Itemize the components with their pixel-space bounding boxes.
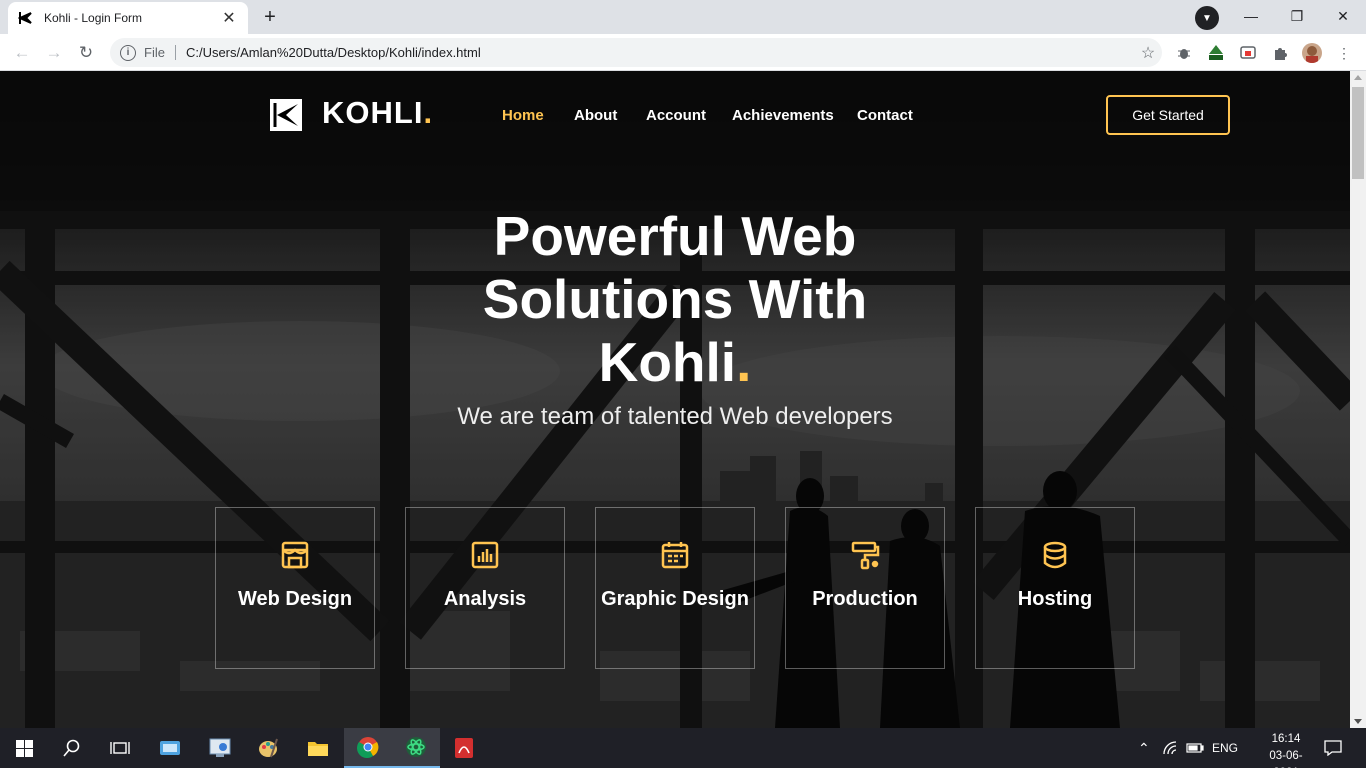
restore-button[interactable]: ❐: [1274, 0, 1320, 32]
site-logo-text[interactable]: KOHLI.: [322, 95, 433, 131]
browser-tab[interactable]: Kohli - Login Form ✕: [8, 2, 248, 34]
calendar-icon: [660, 540, 690, 570]
service-card-web-design[interactable]: Web Design: [215, 507, 375, 669]
nav-about[interactable]: About: [574, 107, 617, 124]
browser-menu-icon[interactable]: ⋮: [1334, 43, 1354, 63]
page-scrollbar[interactable]: [1350, 71, 1366, 728]
file-label: File: [144, 45, 176, 60]
tab-title: Kohli - Login Form: [44, 11, 143, 25]
service-card-hosting[interactable]: Hosting: [975, 507, 1135, 669]
clock-time: 16:14: [1271, 733, 1301, 745]
forward-button[interactable]: →: [40, 39, 68, 67]
address-bar[interactable]: i File C:/Users/Amlan%20Dutta/Desktop/Ko…: [110, 38, 1162, 67]
service-card-graphic-design[interactable]: Graphic Design: [595, 507, 755, 669]
get-started-button[interactable]: Get Started: [1106, 95, 1230, 135]
html-extension-icon[interactable]: [1206, 43, 1226, 63]
hero-subtitle: We are team of talented Web developers: [457, 403, 893, 430]
hero-title-text: Powerful Web Solutions With Kohli: [482, 205, 868, 393]
paint-roller-icon: [850, 540, 880, 570]
clock-date: 03-06-2021: [1269, 750, 1303, 768]
bookmark-star-icon[interactable]: ☆: [1134, 43, 1162, 63]
battery-icon[interactable]: [1186, 728, 1204, 768]
back-button[interactable]: ←: [8, 39, 36, 67]
browser-toolbar: ← → ↻ i File C:/Users/Amlan%20Dutta/Desk…: [0, 34, 1366, 71]
user-avatar[interactable]: [1302, 43, 1322, 63]
show-hidden-icons[interactable]: ⌃: [1138, 728, 1150, 768]
service-card-analysis[interactable]: Analysis: [405, 507, 565, 669]
nav-home[interactable]: Home: [502, 107, 544, 124]
tab-strip: Kohli - Login Form ✕ + ▼ — ❐ ✕: [0, 0, 1366, 34]
profile-menu-icon[interactable]: ▼: [1195, 6, 1219, 30]
kohli-logo-icon[interactable]: [270, 99, 302, 131]
task-view-icon[interactable]: [96, 728, 144, 768]
web-page: KOHLI. Home About Account Achievements C…: [0, 71, 1350, 728]
notifications-icon[interactable]: [1324, 728, 1342, 768]
service-label: Hosting: [1017, 588, 1093, 610]
scroll-up-arrow-icon[interactable]: [1354, 75, 1362, 80]
bug-extension-icon[interactable]: [1174, 43, 1194, 63]
close-window-button[interactable]: ✕: [1320, 0, 1366, 32]
search-icon[interactable]: [48, 728, 96, 768]
app-window-icon[interactable]: [146, 728, 194, 768]
reload-button[interactable]: ↻: [72, 39, 100, 67]
windows-start-icon[interactable]: [0, 728, 48, 768]
service-label: Web Design: [237, 588, 353, 610]
control-panel-icon[interactable]: [196, 728, 244, 768]
service-label: Analysis: [443, 588, 527, 610]
nav-contact[interactable]: Contact: [857, 107, 913, 124]
minimize-button[interactable]: —: [1228, 0, 1274, 32]
pdf-reader-icon[interactable]: [440, 728, 488, 768]
store-icon: [280, 540, 310, 570]
nav-account[interactable]: Account: [646, 107, 706, 124]
extensions-puzzle-icon[interactable]: [1270, 43, 1290, 63]
tab-close-icon[interactable]: ✕: [220, 9, 238, 27]
service-label: Graphic Design: [601, 588, 749, 610]
file-explorer-icon[interactable]: [294, 728, 342, 768]
language-indicator[interactable]: ENG: [1212, 728, 1238, 768]
atom-app-icon[interactable]: [392, 728, 440, 768]
cast-extension-icon[interactable]: [1238, 43, 1258, 63]
url-text[interactable]: C:/Users/Amlan%20Dutta/Desktop/Kohli/ind…: [186, 45, 1134, 60]
system-clock[interactable]: 16:14 03-06-2021: [1262, 731, 1310, 768]
scroll-down-arrow-icon[interactable]: [1354, 719, 1362, 724]
database-icon: [1040, 540, 1070, 570]
logo-dot: .: [423, 95, 434, 130]
info-icon[interactable]: i: [120, 44, 136, 61]
bar-chart-icon: [470, 540, 500, 570]
chrome-taskbar-icon[interactable]: [344, 728, 392, 768]
windows-taskbar: ⌃ ENG 16:14 03-06-2021: [0, 728, 1366, 768]
service-card-production[interactable]: Production: [785, 507, 945, 669]
nav-achievements[interactable]: Achievements: [732, 107, 834, 124]
paint-app-icon[interactable]: [244, 728, 292, 768]
new-tab-button[interactable]: +: [256, 5, 284, 29]
wifi-icon[interactable]: [1163, 728, 1179, 768]
scroll-thumb[interactable]: [1352, 87, 1364, 179]
hero-title-dot: .: [736, 331, 752, 393]
service-label: Production: [812, 588, 918, 610]
kohli-favicon-icon: [18, 10, 34, 26]
site-header: KOHLI. Home About Account Achievements C…: [0, 71, 1350, 161]
logo-name: KOHLI: [322, 95, 424, 130]
hero-title: Powerful Web Solutions With Kohli.: [400, 205, 950, 394]
